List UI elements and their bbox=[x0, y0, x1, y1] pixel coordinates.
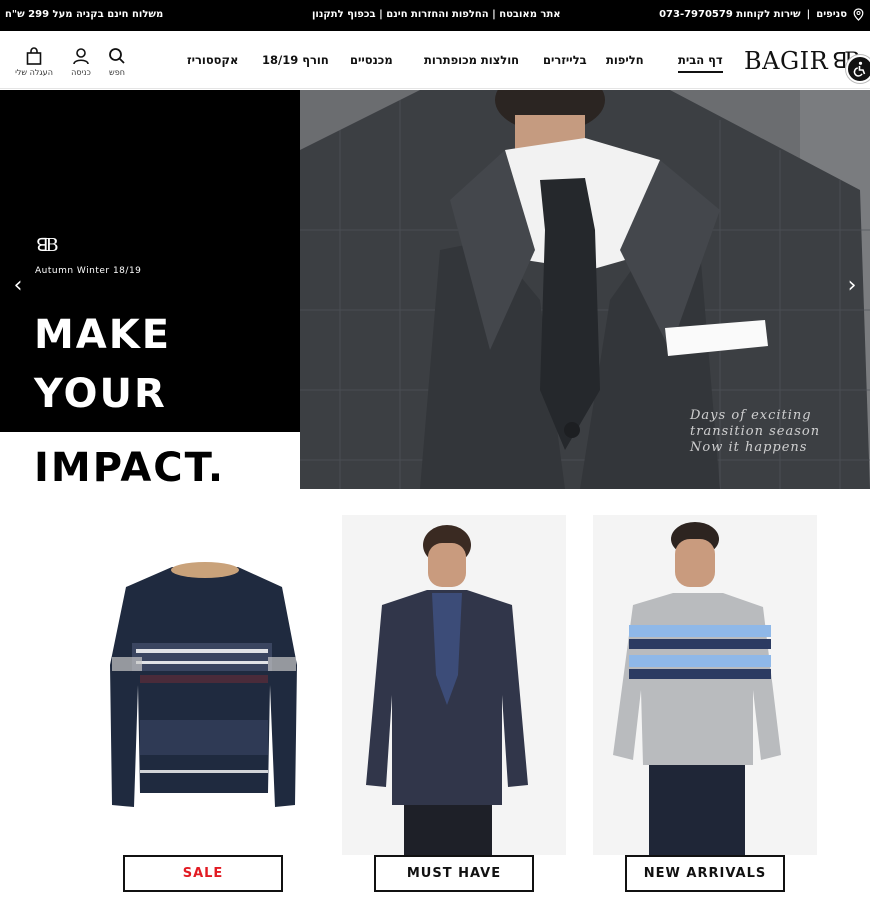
hero-headline-line3: IMPACT. bbox=[34, 445, 226, 489]
category-card-must-have[interactable] bbox=[342, 515, 566, 855]
wheelchair-icon bbox=[853, 61, 866, 77]
divider: | bbox=[806, 9, 811, 20]
nav-winter-collection[interactable]: חורף 18/19 bbox=[262, 53, 329, 67]
hero-carousel[interactable]: ꓭB Autumn Winter 18/19 MAKE YOUR IMPACT.… bbox=[0, 90, 870, 489]
sale-button[interactable]: SALE bbox=[123, 855, 283, 892]
branches-link[interactable]: סניפים bbox=[816, 9, 847, 20]
blazer-model-image bbox=[342, 515, 566, 855]
striped-sweater-model-image bbox=[593, 515, 817, 855]
category-card-sale[interactable] bbox=[92, 515, 316, 855]
must-have-button[interactable]: MUST HAVE bbox=[374, 855, 534, 892]
carousel-prev-arrow-icon[interactable]: ‹ bbox=[8, 270, 28, 300]
sweater-image bbox=[110, 562, 297, 807]
shopping-bag-icon bbox=[26, 47, 42, 65]
cart-label: העגלה שלי bbox=[15, 68, 53, 77]
nav-accessories[interactable]: אקססוריז bbox=[187, 53, 238, 67]
site-logo[interactable]: BAGIR ꓭB bbox=[744, 47, 861, 75]
hero-tagline-line2: transition season bbox=[690, 424, 821, 439]
customer-service-link[interactable]: שירות לקוחות 073-7970579 bbox=[659, 9, 801, 20]
free-shipping-message: משלוח חינם בקניה מעל 299 ש"ח bbox=[5, 9, 164, 20]
secure-site-message: אתר מאובטח | החלפות והחזרות חינם | בכפוף… bbox=[312, 9, 561, 20]
site-header: BAGIR ꓭB דף הבית חליפות בלייזרים חולצות … bbox=[0, 31, 870, 89]
hero-headline-line2: YOUR bbox=[34, 371, 167, 417]
nav-pants[interactable]: מכנסיים bbox=[350, 53, 393, 67]
user-icon bbox=[73, 48, 89, 65]
nav-suits[interactable]: חליפות bbox=[606, 53, 644, 67]
contact-links: סניפים | שירות לקוחות 073-7970579 bbox=[659, 8, 864, 21]
announcement-bar: משלוח חינם בקניה מעל 299 ש"ח אתר מאובטח … bbox=[0, 0, 870, 31]
hero-season-label: Autumn Winter 18/19 bbox=[35, 266, 142, 276]
cart-button[interactable]: העגלה שלי bbox=[14, 47, 54, 77]
search-button[interactable]: חפש bbox=[97, 47, 137, 77]
hero-tagline: Days of exciting transition season Now i… bbox=[690, 408, 820, 456]
nav-home[interactable]: דף הבית bbox=[678, 53, 723, 73]
logo-text: BAGIR bbox=[744, 47, 829, 75]
hero-tagline-line1: Days of exciting bbox=[690, 408, 812, 423]
hero-bb-logo-icon: ꓭB bbox=[36, 235, 59, 256]
carousel-next-arrow-icon[interactable]: › bbox=[842, 270, 862, 300]
nav-blazers[interactable]: בלייזרים bbox=[543, 53, 587, 67]
hero-tagline-line3: Now it happens bbox=[690, 440, 808, 455]
login-button[interactable]: כניסה bbox=[61, 47, 101, 77]
hero-headline-line1: MAKE bbox=[34, 312, 172, 358]
category-card-new-arrivals[interactable] bbox=[593, 515, 817, 855]
nav-dress-shirts[interactable]: חולצות מכופתרות bbox=[424, 53, 519, 67]
location-pin-icon bbox=[853, 8, 864, 21]
login-label: כניסה bbox=[71, 68, 91, 77]
search-icon bbox=[109, 48, 125, 64]
accessibility-button[interactable] bbox=[846, 55, 870, 83]
search-label: חפש bbox=[109, 68, 125, 77]
new-arrivals-button[interactable]: NEW ARRIVALS bbox=[625, 855, 785, 892]
